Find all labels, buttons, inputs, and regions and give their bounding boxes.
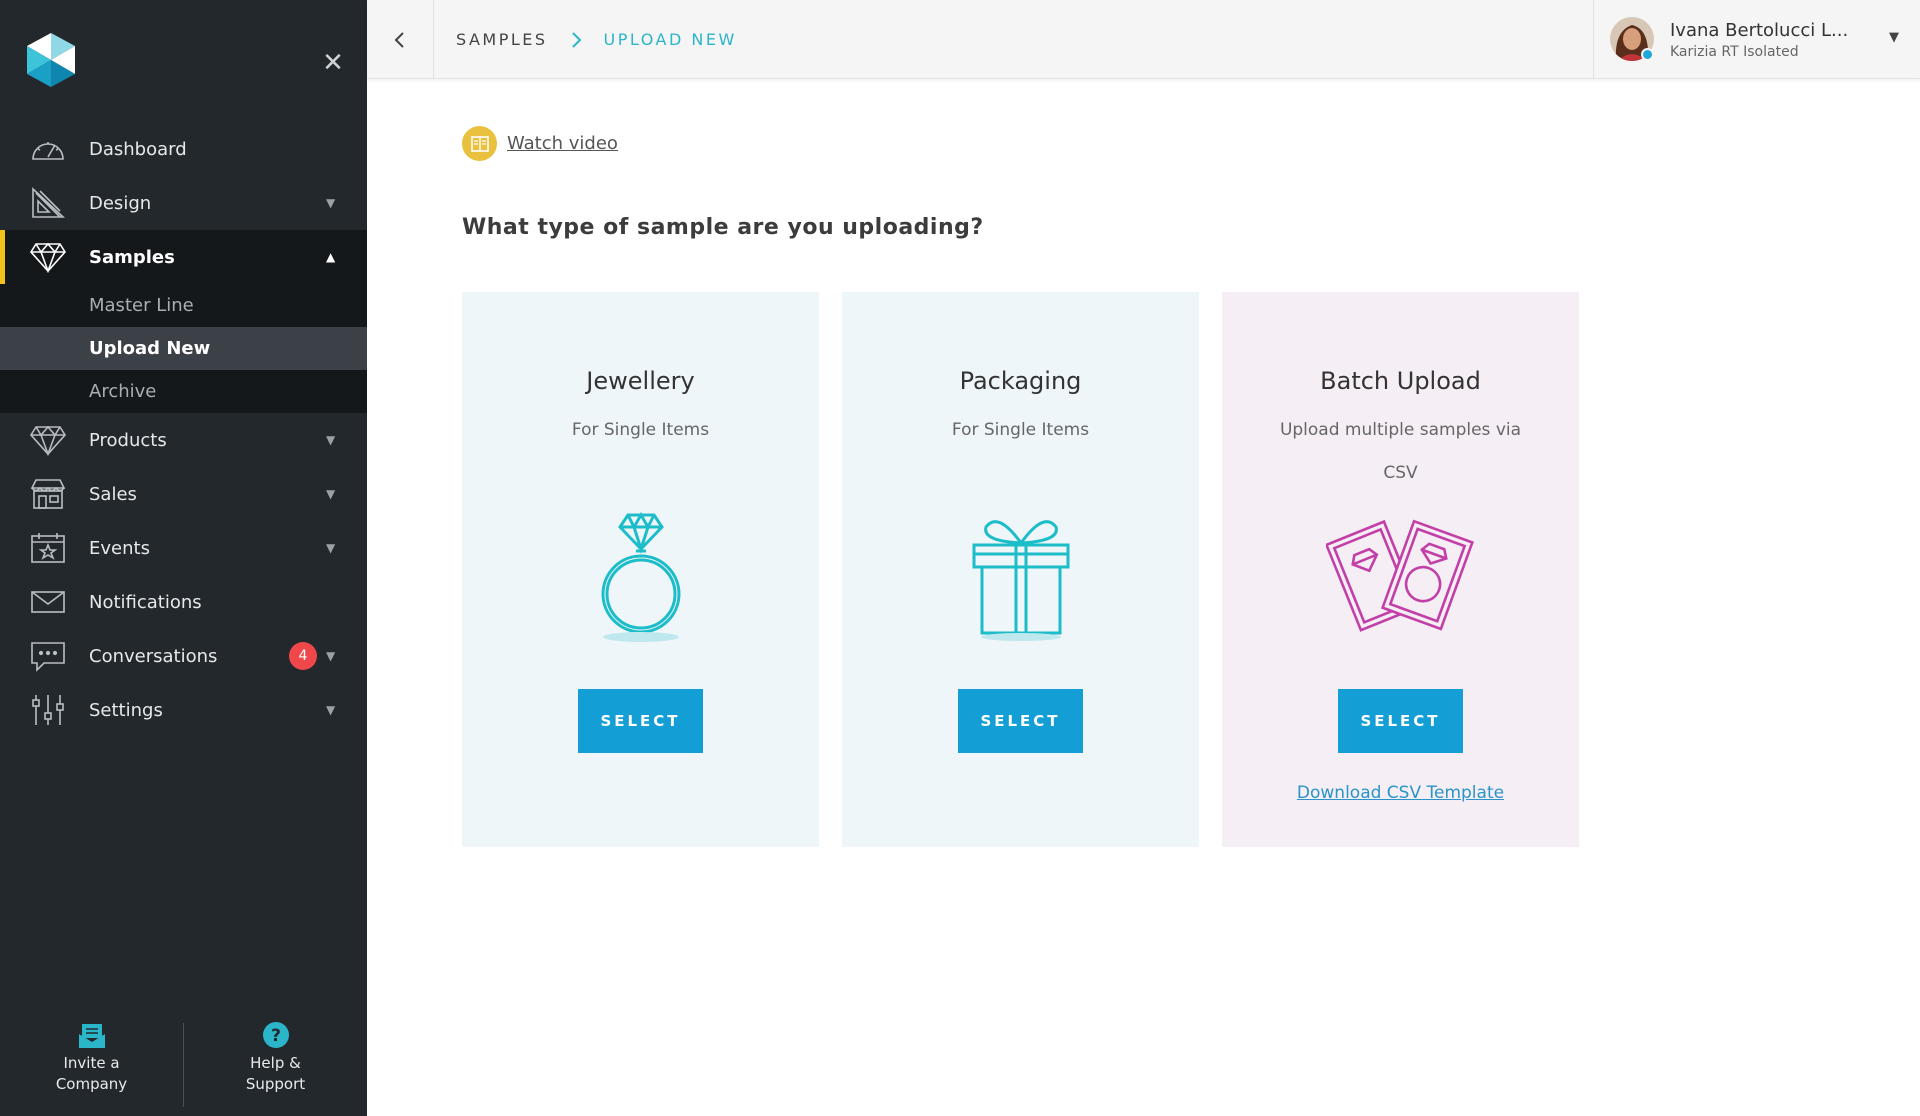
sidebar-footer: Invite a Company ? Help & Support [0,1015,367,1116]
page-question: What type of sample are you uploading? [462,215,984,240]
submenu-item-master-line[interactable]: Master Line [0,284,367,327]
video-icon [462,126,497,161]
card-subtitle: Upload multiple samples via CSV [1279,420,1522,483]
top-bar: SAMPLES UPLOAD NEW Ivana Bertolucci L...… [367,0,1920,79]
help-support-label: Help & Support [245,1054,306,1093]
watch-video-label: Watch video [507,133,618,154]
logo-icon[interactable] [24,31,78,89]
chevron-down-icon: ▼ [326,196,336,210]
active-indicator [0,230,5,284]
chevron-up-icon: ▲ [326,250,336,264]
gift-box-icon [972,520,1069,641]
notification-badge: 4 [289,642,317,670]
select-batch-upload-button[interactable]: SELECT [1338,689,1463,753]
sidebar-item-products[interactable]: Products ▼ [0,413,367,467]
sidebar-item-sales[interactable]: Sales ▼ [0,467,367,521]
sidebar-item-design[interactable]: Design ▼ [0,176,367,230]
sidebar-item-label: Sales [89,483,137,505]
conversations-icon [31,642,65,672]
chevron-down-icon: ▼ [326,487,336,501]
card-title: Packaging [959,367,1082,395]
sidebar-nav: Dashboard Design ▼ Samples ▲ Master Line… [0,122,367,737]
samples-icon [30,242,66,273]
breadcrumb-upload-new: UPLOAD NEW [603,30,737,49]
sidebar-item-notifications[interactable]: Notifications [0,575,367,629]
breadcrumb-samples[interactable]: SAMPLES [456,30,548,49]
breadcrumb: SAMPLES UPLOAD NEW [456,0,737,79]
online-status-dot [1641,48,1654,61]
sidebar-item-label: Dashboard [89,138,187,160]
chevron-down-icon: ▼ [1889,30,1899,45]
submenu-item-archive[interactable]: Archive [0,370,367,413]
chevron-right-icon [571,31,581,48]
chevron-down-icon: ▼ [326,703,336,717]
user-menu[interactable]: Ivana Bertolucci L... Karizia RT Isolate… [1593,0,1920,79]
csv-documents-icon [1325,519,1474,632]
notifications-icon [31,591,65,613]
svg-text:?: ? [271,1026,281,1046]
sidebar-item-label: Events [89,537,150,559]
card-title: Batch Upload [1320,367,1481,395]
sample-type-card-packaging: Packaging For Single Items SELECT [842,292,1199,847]
card-title: Jewellery [586,367,695,395]
sidebar-item-label: Products [89,429,167,451]
watch-video-link[interactable]: Watch video [462,126,618,161]
products-icon [30,425,66,456]
select-packaging-button[interactable]: SELECT [958,689,1083,753]
user-name: Ivana Bertolucci L... [1670,20,1849,41]
sidebar-item-samples[interactable]: Samples ▲ [0,230,367,284]
envelope-icon [78,1024,105,1048]
sidebar-item-label: Design [89,192,152,214]
ring-icon [601,512,680,642]
chevron-down-icon: ▼ [326,541,336,555]
sidebar: ✕ Dashboard Design ▼ Samples ▲ Master Li… [0,0,367,1116]
sidebar-item-settings[interactable]: Settings ▼ [0,683,367,737]
sidebar-item-events[interactable]: Events ▼ [0,521,367,575]
invite-company-button[interactable]: Invite a Company [0,1015,183,1116]
chevron-left-icon [394,31,404,48]
help-icon: ? [262,1022,289,1048]
samples-submenu: Master Line Upload New Archive [0,284,367,413]
close-sidebar-button[interactable]: ✕ [318,48,348,78]
sales-icon [30,479,66,509]
user-organization: Karizia RT Isolated [1670,44,1799,60]
sidebar-item-conversations[interactable]: Conversations 4 ▼ [0,629,367,683]
help-support-button[interactable]: ? Help & Support [184,1015,367,1116]
sample-type-card-jewellery: Jewellery For Single Items SELECT [462,292,819,847]
back-button[interactable] [367,0,434,79]
sidebar-item-label: Conversations [89,645,218,667]
chevron-down-icon: ▼ [326,649,336,663]
select-jewellery-button[interactable]: SELECT [578,689,703,753]
card-subtitle: For Single Items [571,420,710,440]
sidebar-item-label: Samples [89,246,175,268]
download-csv-template-link[interactable]: Download CSV Template [1222,783,1579,803]
dashboard-icon [32,142,64,160]
events-icon [31,533,65,563]
chevron-down-icon: ▼ [326,433,336,447]
sidebar-item-dashboard[interactable]: Dashboard [0,122,367,176]
submenu-item-upload-new[interactable]: Upload New [0,327,367,370]
invite-company-label: Invite a Company [55,1054,128,1093]
card-subtitle: For Single Items [951,420,1090,440]
settings-icon [32,695,64,725]
sample-type-card-batch-upload: Batch Upload Upload multiple samples via… [1222,292,1579,847]
sidebar-item-label: Notifications [89,591,202,613]
design-icon [32,187,66,218]
sidebar-item-label: Settings [89,699,163,721]
